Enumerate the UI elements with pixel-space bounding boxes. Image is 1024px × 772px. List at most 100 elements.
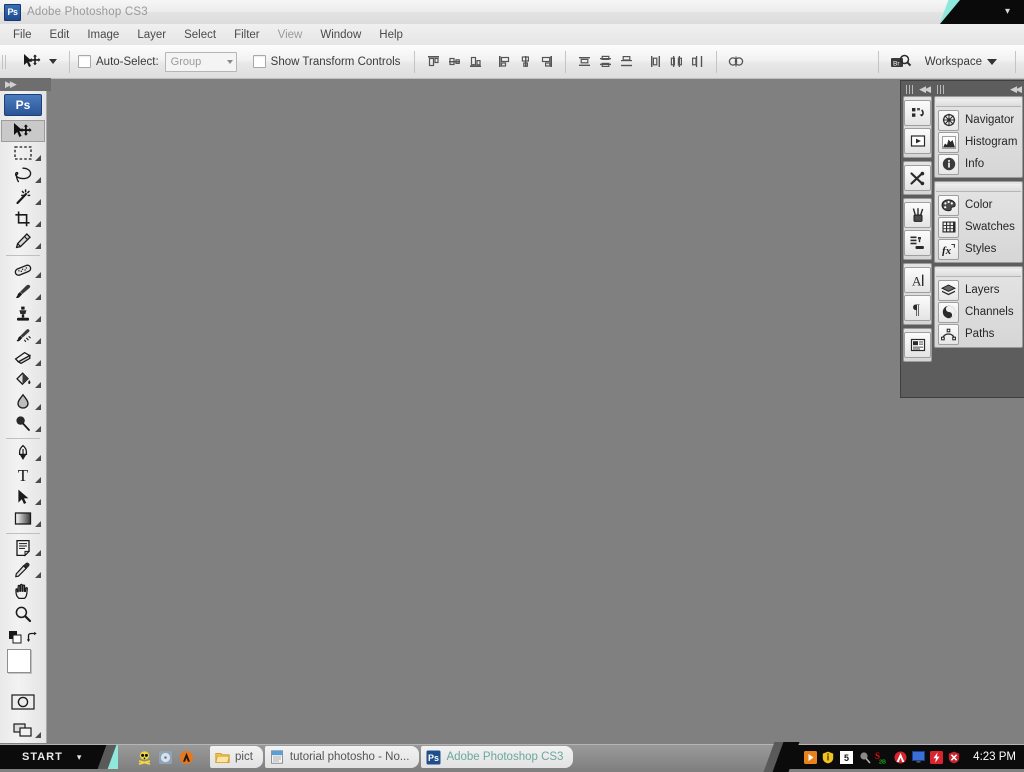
edit-in-quick-mask-mode-button[interactable] xyxy=(1,691,45,713)
actions-panel-icon[interactable] xyxy=(904,128,931,154)
auto-select-checkbox[interactable] xyxy=(78,55,91,68)
eraser-tool[interactable] xyxy=(1,347,45,369)
workspace-chevron-down-icon[interactable] xyxy=(987,58,997,65)
antivirus-icon[interactable] xyxy=(947,750,961,764)
options-bar-grip[interactable] xyxy=(0,45,9,78)
brushes-panel-icon[interactable] xyxy=(904,202,931,228)
menu-layer[interactable]: Layer xyxy=(128,27,175,43)
healing-brush-tool[interactable] xyxy=(1,259,45,281)
tool-preset-caret-icon[interactable] xyxy=(49,59,57,64)
pencil-icon[interactable] xyxy=(857,750,871,764)
magic-wand-tool[interactable] xyxy=(1,186,45,208)
five-icon[interactable]: 5 xyxy=(839,750,853,764)
panel-styles[interactable]: fx Styles xyxy=(935,238,1022,260)
path-selection-tool[interactable] xyxy=(1,486,45,508)
auto-select-dropdown[interactable]: Group xyxy=(164,51,237,72)
layer-comps-panel-icon[interactable] xyxy=(904,332,931,358)
avira-icon[interactable] xyxy=(893,750,907,764)
distribute-vertical-centers-button[interactable] xyxy=(596,52,615,71)
panel-histogram[interactable]: Histogram xyxy=(935,131,1022,153)
workspace-label[interactable]: Workspace xyxy=(925,56,982,68)
paragraph-panel-icon[interactable]: ¶ xyxy=(904,295,931,321)
align-left-edges-button[interactable] xyxy=(495,52,514,71)
clock[interactable]: 4:23 PM xyxy=(973,751,1016,763)
menu-select[interactable]: Select xyxy=(175,27,225,43)
align-vertical-centers-button[interactable] xyxy=(445,52,464,71)
clone-source-panel-icon[interactable] xyxy=(904,230,931,256)
task-button[interactable]: pict xyxy=(210,746,263,768)
align-bottom-edges-button[interactable] xyxy=(466,52,485,71)
panel-navigator[interactable]: Navigator xyxy=(935,109,1022,131)
crop-tool[interactable] xyxy=(1,208,45,230)
start-button[interactable]: START ▾ xyxy=(0,745,118,769)
panel-paths[interactable]: Paths xyxy=(935,323,1022,345)
menu-file[interactable]: File xyxy=(4,27,41,43)
paint-bucket-tool[interactable] xyxy=(1,369,45,391)
blur-tool[interactable] xyxy=(1,391,45,413)
s2b-icon[interactable]: S 2B xyxy=(875,750,889,764)
history-brush-tool[interactable] xyxy=(1,325,45,347)
panel-channels[interactable]: Channels xyxy=(935,301,1022,323)
lightning-icon[interactable] xyxy=(929,750,943,764)
align-top-edges-button[interactable] xyxy=(424,52,443,71)
default-colors-icon[interactable] xyxy=(9,631,22,644)
panel-layers[interactable]: Layers xyxy=(935,279,1022,301)
amule-icon[interactable] xyxy=(178,749,194,765)
chevron-down-icon[interactable]: ▾ xyxy=(1005,6,1010,17)
distribute-horizontal-centers-button[interactable] xyxy=(667,52,686,71)
task-button[interactable]: tutorial photosho - No... xyxy=(264,746,420,768)
brush-tool[interactable] xyxy=(1,281,45,303)
pen-tool[interactable] xyxy=(1,442,45,464)
slice-tool[interactable] xyxy=(1,230,45,252)
menu-filter[interactable]: Filter xyxy=(225,27,269,43)
toolbox-collapse-header[interactable]: ▶▶ xyxy=(0,78,51,91)
menu-edit[interactable]: Edit xyxy=(41,27,79,43)
notes-tool[interactable] xyxy=(1,537,45,559)
menu-view[interactable]: View xyxy=(269,27,312,43)
zoom-tool[interactable] xyxy=(1,603,45,625)
gradient-tool[interactable] xyxy=(1,508,45,530)
show-transform-controls-checkbox[interactable] xyxy=(252,55,266,68)
go-to-bridge-button[interactable]: Br xyxy=(888,51,914,73)
expanded-column-header[interactable]: ◀◀ xyxy=(934,83,1023,96)
shield-icon[interactable] xyxy=(821,750,835,764)
monitor-icon[interactable] xyxy=(911,750,925,764)
panel-swatches[interactable]: Swatches xyxy=(935,216,1022,238)
panel-info[interactable]: Info xyxy=(935,153,1022,175)
panel-group-titlebar[interactable] xyxy=(936,184,1021,192)
panel-color[interactable]: Color xyxy=(935,194,1022,216)
distribute-bottom-edges-button[interactable] xyxy=(617,52,636,71)
media-player-icon[interactable] xyxy=(803,750,817,764)
panel-group-titlebar[interactable] xyxy=(936,269,1021,277)
character-panel-icon[interactable]: A xyxy=(904,267,931,293)
menu-window[interactable]: Window xyxy=(311,27,370,43)
hand-tool[interactable] xyxy=(1,581,45,603)
tool-presets-panel-icon[interactable] xyxy=(904,165,931,191)
move-tool[interactable] xyxy=(1,120,45,142)
panel-group-titlebar[interactable] xyxy=(936,99,1021,107)
skull-icon[interactable] xyxy=(136,749,152,765)
collapsed-column-header[interactable]: ◀◀ xyxy=(903,83,932,96)
rectangular-marquee-tool[interactable] xyxy=(1,142,45,164)
align-right-edges-button[interactable] xyxy=(537,52,556,71)
horizontal-type-tool[interactable]: T xyxy=(1,464,45,486)
distribute-left-edges-button[interactable] xyxy=(646,52,665,71)
menu-image[interactable]: Image xyxy=(78,27,128,43)
toolbox-photoshop-button[interactable]: Ps xyxy=(4,94,42,116)
foreground-color-swatch[interactable] xyxy=(7,649,31,673)
change-screen-mode-button[interactable] xyxy=(1,719,45,741)
cd-icon[interactable] xyxy=(157,749,173,765)
menu-help[interactable]: Help xyxy=(370,27,412,43)
auto-align-layers-button[interactable] xyxy=(726,52,745,71)
align-horizontal-centers-button[interactable] xyxy=(516,52,535,71)
dodge-tool[interactable] xyxy=(1,413,45,435)
clone-stamp-tool[interactable] xyxy=(1,303,45,325)
swap-colors-icon[interactable] xyxy=(26,631,39,644)
task-button-active[interactable]: Ps Adobe Photoshop CS3 xyxy=(421,746,574,768)
lasso-tool[interactable] xyxy=(1,164,45,186)
distribute-right-edges-button[interactable] xyxy=(688,52,707,71)
history-panel-icon[interactable] xyxy=(904,100,931,126)
move-tool-icon[interactable] xyxy=(17,51,47,73)
eyedropper-tool[interactable] xyxy=(1,559,45,581)
distribute-top-edges-button[interactable] xyxy=(575,52,594,71)
